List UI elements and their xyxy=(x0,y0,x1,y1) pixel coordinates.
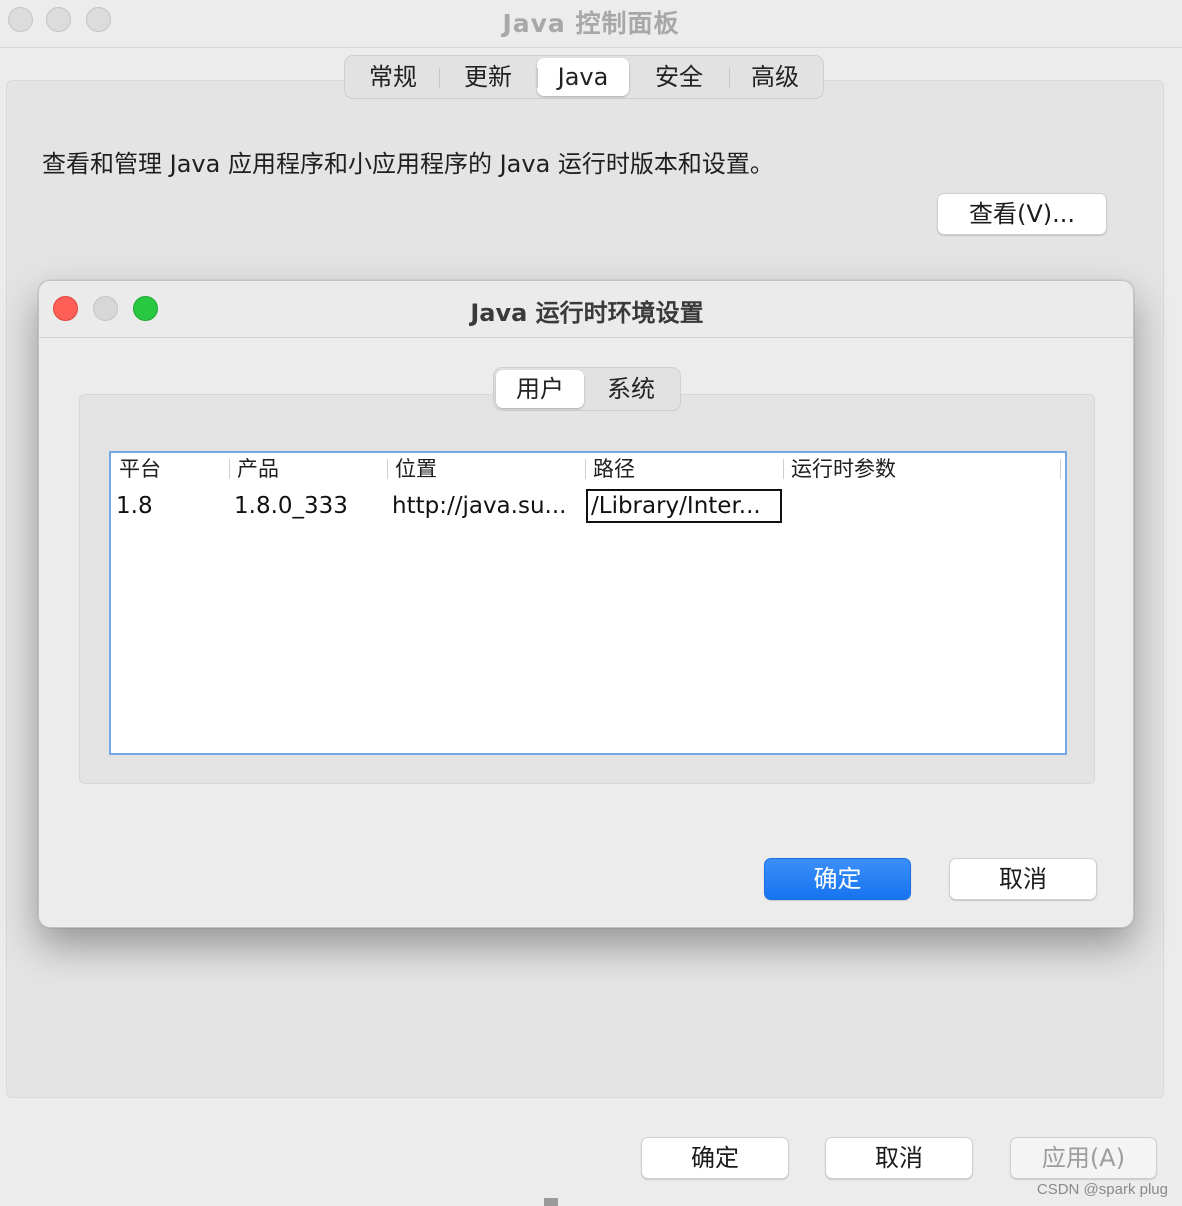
apply-button[interactable]: 应用(A) xyxy=(1010,1137,1157,1179)
jre-table[interactable]: 平台 产品 位置 路径 运行时参数 1.8 1.8.0_333 http://j… xyxy=(109,451,1067,755)
tab-security[interactable]: 安全 xyxy=(629,58,729,96)
view-button[interactable]: 查看(V)... xyxy=(937,193,1107,235)
window-title: Java 控制面板 xyxy=(502,9,680,38)
column-header-path[interactable]: 路径 xyxy=(585,455,783,483)
cell-platform[interactable]: 1.8 xyxy=(111,489,229,523)
dialog-cancel-button[interactable]: 取消 xyxy=(949,858,1097,900)
java-control-panel-window: Java 控制面板 常规 更新 Java 安全 高级 查看和管理 Java 应用… xyxy=(0,0,1182,1206)
cancel-button[interactable]: 取消 xyxy=(825,1137,973,1179)
tab-update[interactable]: 更新 xyxy=(439,58,537,96)
main-tab-bar: 常规 更新 Java 安全 高级 xyxy=(344,55,824,99)
column-header-product[interactable]: 产品 xyxy=(229,455,387,483)
ok-button[interactable]: 确定 xyxy=(641,1137,789,1179)
column-header-location[interactable]: 位置 xyxy=(387,455,585,483)
tab-general[interactable]: 常规 xyxy=(347,58,439,96)
column-header-platform[interactable]: 平台 xyxy=(111,455,229,483)
tab-advanced[interactable]: 高级 xyxy=(729,58,821,96)
column-divider xyxy=(1060,459,1061,479)
jre-settings-dialog: Java 运行时环境设置 用户 系统 平台 产品 位置 路径 运行时参数 1.8… xyxy=(38,280,1134,928)
tab-user[interactable]: 用户 xyxy=(496,370,584,408)
window-titlebar: Java 控制面板 xyxy=(0,0,1182,48)
dialog-tab-bar: 用户 系统 xyxy=(493,367,681,411)
cell-path[interactable]: /Library/Inter... xyxy=(586,489,782,523)
cell-product[interactable]: 1.8.0_333 xyxy=(229,489,387,523)
column-header-runtime-params[interactable]: 运行时参数 xyxy=(783,455,1061,483)
java-description: 查看和管理 Java 应用程序和小应用程序的 Java 运行时版本和设置。 xyxy=(42,150,774,178)
tab-system[interactable]: 系统 xyxy=(584,370,678,408)
scroll-indicator xyxy=(544,1198,558,1206)
cell-location[interactable]: http://java.su... xyxy=(387,489,585,523)
watermark: CSDN @spark plug xyxy=(1036,1181,1168,1198)
dialog-ok-button[interactable]: 确定 xyxy=(764,858,911,900)
dialog-title: Java 运行时环境设置 xyxy=(470,299,704,327)
cell-runtime-params[interactable] xyxy=(783,489,1061,523)
table-header: 平台 产品 位置 路径 运行时参数 xyxy=(111,453,1065,485)
dialog-titlebar: Java 运行时环境设置 xyxy=(39,281,1133,338)
tab-java[interactable]: Java xyxy=(537,58,629,96)
